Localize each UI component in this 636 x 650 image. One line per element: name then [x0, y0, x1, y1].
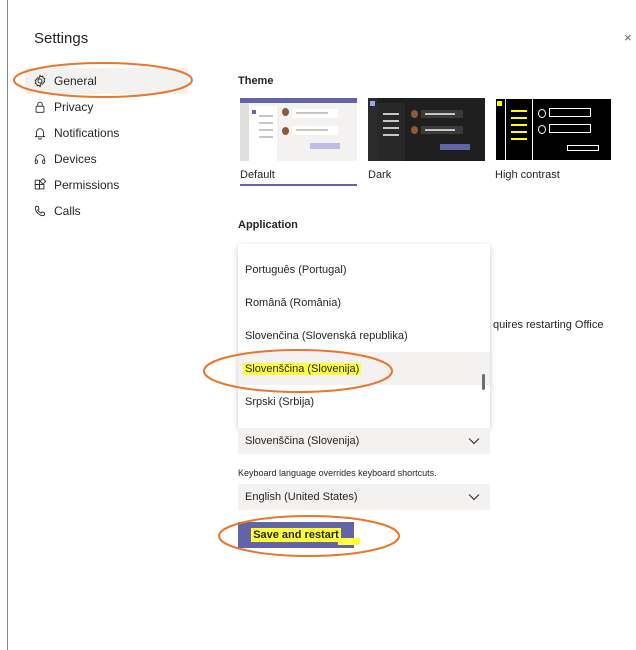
app-language-dropdown-list[interactable]: Português (Portugal) Română (România) Sl… — [238, 244, 490, 428]
sidebar: General Privacy Notifications Devices Pe… — [25, 68, 188, 224]
sidebar-item-notifications[interactable]: Notifications — [25, 120, 188, 146]
lock-icon — [35, 101, 45, 113]
apps-icon — [34, 178, 47, 190]
sidebar-item-devices[interactable]: Devices — [25, 146, 188, 172]
keyboard-language-note: Keyboard language overrides keyboard sho… — [238, 468, 437, 478]
sidebar-item-calls[interactable]: Calls — [25, 198, 188, 224]
gear-icon — [34, 74, 46, 88]
language-option-label: Slovenščina (Slovenija) — [243, 362, 362, 375]
theme-default-preview — [240, 98, 357, 161]
save-and-restart-button[interactable]: Save and restart — [238, 522, 354, 548]
sidebar-item-privacy[interactable]: Privacy — [25, 94, 188, 120]
keyboard-language-value: English (United States) — [245, 491, 358, 503]
close-icon[interactable]: × — [624, 30, 632, 45]
window-left-border — [7, 0, 8, 650]
language-option[interactable]: Português (Portugal) — [238, 253, 490, 286]
page-title: Settings — [34, 30, 89, 47]
phone-icon — [34, 205, 46, 217]
restart-note: quires restarting Office — [493, 319, 604, 331]
theme-option-label: Dark — [368, 169, 392, 181]
app-language-value: Slovenščina (Slovenija) — [245, 435, 360, 447]
theme-high-contrast-preview — [495, 98, 612, 161]
keyboard-language-select[interactable]: English (United States) — [238, 484, 490, 510]
sidebar-item-label: General — [54, 74, 97, 88]
language-option[interactable]: Română (România) — [238, 286, 490, 319]
bell-icon — [34, 128, 46, 140]
application-heading: Application — [238, 219, 298, 231]
language-option[interactable]: Srpski (Srbija) — [238, 385, 490, 418]
theme-option-label: Default — [240, 169, 275, 181]
highlighter-mark — [338, 538, 360, 545]
dropdown-scrollbar-thumb[interactable] — [482, 374, 485, 390]
sidebar-item-general[interactable]: General — [25, 68, 188, 94]
app-language-select[interactable]: Slovenščina (Slovenija) — [238, 428, 490, 454]
sidebar-item-label: Devices — [54, 152, 97, 166]
headset-icon — [34, 154, 46, 164]
theme-option-label: High contrast — [495, 169, 560, 181]
sidebar-item-label: Permissions — [54, 178, 120, 192]
sidebar-item-label: Privacy — [54, 100, 94, 114]
theme-option-dark[interactable]: Dark — [368, 98, 485, 181]
theme-option-high-contrast[interactable]: High contrast — [495, 98, 612, 181]
theme-selected-indicator — [240, 184, 357, 186]
theme-option-default[interactable]: Default — [240, 98, 357, 186]
language-option-selected[interactable]: Slovenščina (Slovenija) — [238, 352, 490, 385]
theme-heading: Theme — [238, 75, 274, 87]
sidebar-item-label: Calls — [54, 204, 81, 218]
chevron-down-icon — [468, 494, 480, 501]
language-option[interactable]: Slovenčina (Slovenská republika) — [238, 319, 490, 352]
sidebar-item-label: Notifications — [54, 126, 120, 140]
sidebar-item-permissions[interactable]: Permissions — [25, 172, 188, 198]
save-button-label: Save and restart — [251, 528, 341, 542]
theme-dark-preview — [368, 98, 485, 161]
chevron-down-icon — [468, 438, 480, 445]
